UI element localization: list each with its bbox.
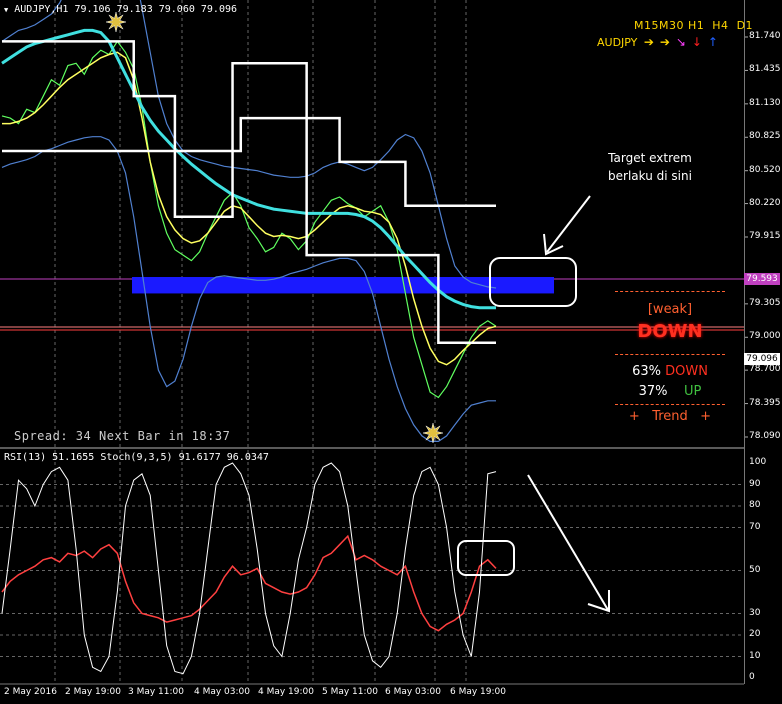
series-bb-upper <box>1 0 497 289</box>
price-tick-label: 78.395 <box>749 397 781 408</box>
price-tick-label: 79.000 <box>749 331 781 342</box>
trend-label: + Trend + <box>628 409 712 424</box>
arrow-down-icon: ↓ <box>691 35 702 49</box>
tf-m30: M30 <box>659 19 684 32</box>
time-tick-label: 6 May 19:00 <box>450 687 506 697</box>
down-percentage: 63% DOWN <box>615 364 725 379</box>
signal-strength: [weak] <box>647 302 693 317</box>
symbol-info: ▼ AUDJPY,H1 79.106 79.183 79.060 79.096 <box>4 4 237 15</box>
indicator-info-text: RSI(13) 51.1655 Stoch(9,3,5) 91.6177 96.… <box>4 452 269 463</box>
rsi-tick-label: 50 <box>749 564 761 575</box>
symbol-info-text: AUDJPY,H1 79.106 79.183 79.060 79.096 <box>14 4 238 15</box>
time-tick-label: 3 May 11:00 <box>128 687 184 697</box>
arrow-up-icon: ↑ <box>707 35 718 49</box>
price-chart[interactable] <box>0 0 782 704</box>
signal-divider <box>615 291 725 294</box>
price-tick-label: 80.220 <box>749 197 781 208</box>
price-tick-label: 80.825 <box>749 131 781 142</box>
time-tick-label: 2 May 2016 <box>4 687 57 697</box>
rsi-tick-label: 30 <box>749 607 761 618</box>
current-price-badge: 79.096 <box>744 353 780 365</box>
timeframe-signals: AUDJPY ➔ ➔ ↘ ↓ ↑ <box>597 35 721 49</box>
high-star-icon <box>105 11 127 33</box>
up-percentage: 37% UP <box>615 384 725 399</box>
price-tick-label: 80.520 <box>749 164 781 175</box>
time-tick-label: 2 May 19:00 <box>65 687 121 697</box>
series-step-line-2 <box>2 116 496 208</box>
series-step-line <box>2 40 496 345</box>
price-tick-label: 81.130 <box>749 97 781 108</box>
up-pct-label: UP <box>684 384 702 399</box>
series-stoch <box>1 462 497 675</box>
annotation-line-1: Target extrem <box>608 151 692 165</box>
dropdown-triangle-icon[interactable]: ▼ <box>4 6 8 14</box>
down-pct-value: 63% <box>632 364 661 379</box>
signal-divider <box>615 354 725 357</box>
trend-arrow <box>527 474 609 611</box>
tf-h4: H4 <box>712 19 729 32</box>
price-tick-label: 81.435 <box>749 64 781 75</box>
low-star-icon <box>422 422 444 444</box>
rsi-tick-label: 0 <box>749 672 755 682</box>
price-tick-label: 79.305 <box>749 297 781 308</box>
annotation-text: Target extrem berlaku di sini <box>590 149 710 185</box>
indicator-info: RSI(13) 51.1655 Stoch(9,3,5) 91.6177 96.… <box>4 452 269 463</box>
rsi-tick-label: 10 <box>749 650 761 661</box>
tf-m15: M15 <box>634 19 659 32</box>
rsi-tick-label: 90 <box>749 478 761 489</box>
rsi-tick-label: 20 <box>749 629 761 639</box>
rsi-tick-label: 70 <box>749 521 761 532</box>
spread-info: Spread: 34 Next Bar in 18:37 <box>14 429 231 443</box>
indicator-panel-separator[interactable] <box>0 447 744 449</box>
series-price <box>1 40 497 399</box>
time-tick-label: 4 May 03:00 <box>194 687 250 697</box>
time-tick-label: 6 May 03:00 <box>385 687 441 697</box>
price-tick-label: 81.740 <box>749 31 781 41</box>
signal-divider <box>615 404 725 407</box>
series-ma-yellow <box>2 51 497 366</box>
arrow-down-right-icon: ↘ <box>675 35 686 49</box>
time-tick-label: 4 May 19:00 <box>258 687 314 697</box>
arrow-right-icon: ➔ <box>659 35 670 49</box>
down-pct-label: DOWN <box>665 364 708 379</box>
timeframe-list: M15M30 H1 H4 D1 <box>634 19 753 32</box>
tf-h1: H1 <box>688 19 705 32</box>
rsi-tick-label: 80 <box>749 500 761 510</box>
arrow-right-icon: ➔ <box>643 35 654 49</box>
marker-price-badge: 79.593 <box>744 273 780 285</box>
price-tick-label: 78.700 <box>749 364 781 375</box>
chart-window[interactable]: ▼ AUDJPY,H1 79.106 79.183 79.060 79.096 … <box>0 0 782 704</box>
price-tick-label: 79.915 <box>749 231 781 241</box>
annotation-line-2: berlaku di sini <box>608 169 692 183</box>
up-pct-value: 37% <box>638 384 668 399</box>
rsi-tick-label: 100 <box>749 457 767 467</box>
annotation-arrow <box>546 195 591 253</box>
price-axis-line <box>744 0 745 684</box>
tf-symbol: AUDJPY <box>597 36 638 49</box>
price-tick-label: 78.090 <box>749 431 781 441</box>
time-tick-label: 5 May 11:00 <box>322 687 378 697</box>
signal-direction: DOWN <box>637 321 703 342</box>
